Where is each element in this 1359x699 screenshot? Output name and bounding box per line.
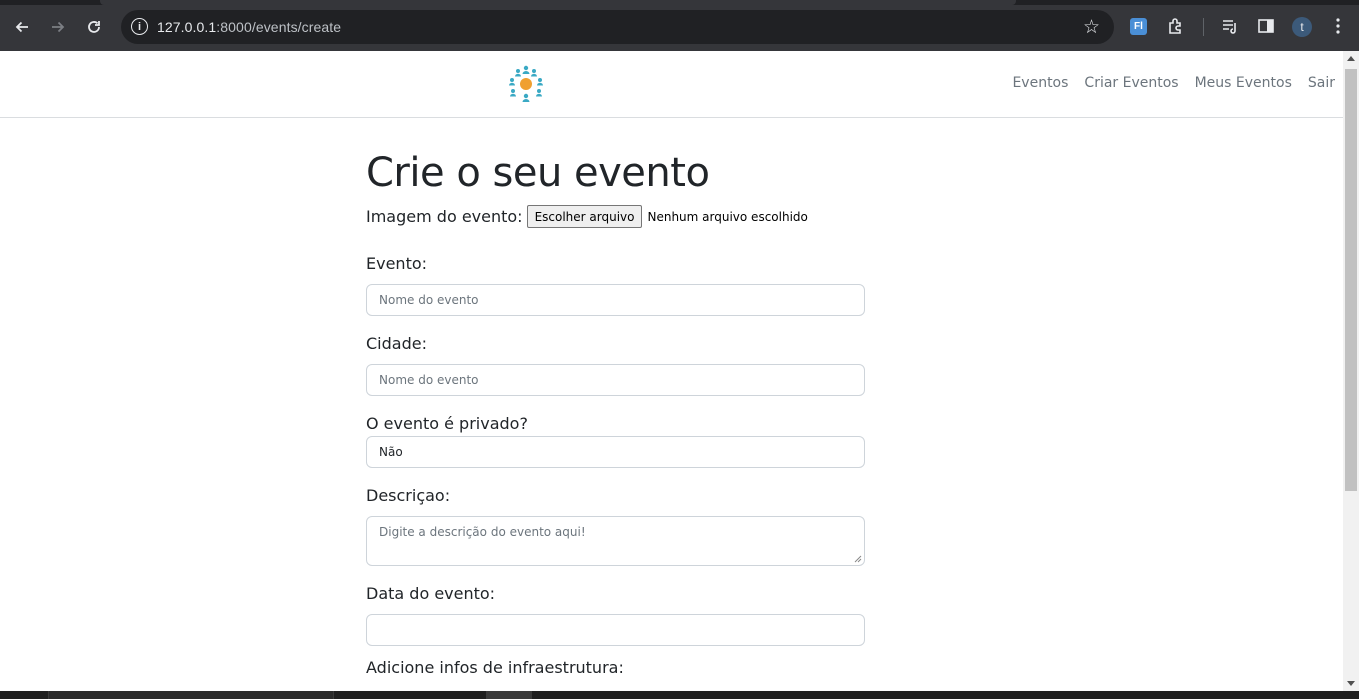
description-label: Descriçao: (366, 486, 451, 505)
description-textarea[interactable]: Digite a descrição do evento aqui! (366, 516, 865, 566)
image-upload-row: Imagem do evento: Escolher arquivo Nenhu… (366, 205, 808, 228)
scroll-down-arrow-icon[interactable] (1347, 681, 1355, 686)
scroll-up-arrow-icon[interactable] (1347, 56, 1355, 61)
bookmark-star-icon[interactable]: ☆ (1083, 16, 1100, 39)
private-selected-value: Não (379, 445, 403, 459)
private-label: O evento é privado? (366, 414, 528, 433)
extension-icon[interactable]: Fl (1130, 18, 1147, 35)
tab-strip (0, 0, 1359, 5)
site-navbar: Eventos Criar Eventos Meus Eventos Sair (0, 51, 1343, 118)
resize-handle-icon[interactable] (854, 555, 862, 563)
reading-list-icon[interactable] (1218, 14, 1242, 38)
site-info-icon[interactable]: i (131, 18, 148, 35)
address-bar[interactable]: i 127.0.0.1:8000/events/create ☆ (121, 10, 1114, 44)
menu-dots-icon[interactable] (1326, 14, 1350, 38)
side-panel-icon[interactable] (1254, 14, 1278, 38)
page-content: Eventos Criar Eventos Meus Eventos Sair … (0, 51, 1343, 691)
address-url[interactable]: 127.0.0.1:8000/events/create (157, 19, 341, 35)
back-button-icon[interactable] (8, 13, 36, 41)
event-name-input[interactable]: Nome do evento (366, 284, 865, 316)
event-name-placeholder: Nome do evento (379, 293, 479, 307)
reload-button-icon[interactable] (80, 13, 108, 41)
infra-label: Adicione infos de infraestrutura: (366, 658, 624, 677)
page-title: Crie o seu evento (366, 150, 710, 196)
choose-file-button[interactable]: Escolher arquivo (526, 205, 643, 228)
city-placeholder: Nome do evento (379, 373, 479, 387)
private-select[interactable]: Não (366, 436, 865, 468)
scroll-thumb[interactable] (1345, 69, 1357, 491)
os-taskbar (0, 691, 1359, 699)
date-label: Data do evento: (366, 584, 496, 603)
image-label: Imagem do evento: (366, 207, 523, 226)
file-status-text: Nenhum arquivo escolhido (647, 209, 808, 224)
browser-toolbar: i 127.0.0.1:8000/events/create ☆ Fl t (0, 0, 1359, 51)
city-input[interactable]: Nome do evento (366, 364, 865, 396)
profile-avatar[interactable]: t (1292, 17, 1312, 37)
event-label: Evento: (366, 254, 428, 273)
forward-button-icon[interactable] (44, 13, 72, 41)
date-input[interactable] (366, 614, 865, 646)
taskbar-item[interactable] (486, 691, 532, 699)
nav-link-eventos[interactable]: Eventos (1012, 75, 1068, 91)
nav-link-meus-eventos[interactable]: Meus Eventos (1195, 75, 1292, 91)
extensions-puzzle-icon[interactable] (1164, 14, 1188, 38)
taskbar-item[interactable] (48, 691, 334, 699)
logo-icon[interactable] (504, 64, 548, 104)
toolbar-divider (1203, 18, 1204, 36)
nav-link-criar-eventos[interactable]: Criar Eventos (1084, 75, 1178, 91)
description-placeholder: Digite a descrição do evento aqui! (379, 525, 586, 539)
city-label: Cidade: (366, 334, 427, 353)
nav-link-sair[interactable]: Sair (1308, 75, 1335, 91)
nav-links: Eventos Criar Eventos Meus Eventos Sair (1012, 75, 1335, 91)
